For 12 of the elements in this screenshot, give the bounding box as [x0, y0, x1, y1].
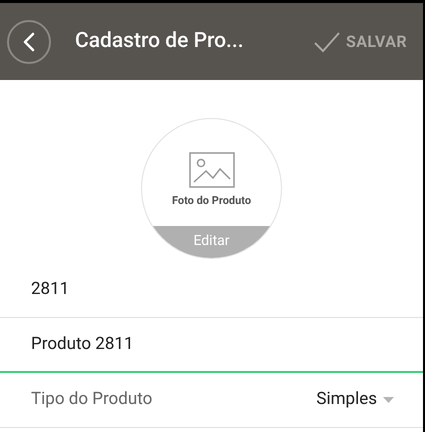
- photo-caption: Foto do Produto: [172, 193, 252, 209]
- field-label: Tipo do Produto: [31, 388, 152, 412]
- image-icon: [188, 152, 234, 188]
- check-icon: [314, 30, 340, 52]
- type-dropdown[interactable]: Simples: [316, 387, 394, 413]
- text-field[interactable]: 2811: [0, 263, 423, 318]
- back-button[interactable]: [7, 20, 51, 64]
- dropdown-caret-icon: [383, 397, 394, 403]
- text-field[interactable]: Produto 2811: [0, 318, 423, 373]
- back-icon: [23, 32, 35, 52]
- screen-title: Cadastro de Pro...: [75, 28, 244, 55]
- photo-placeholder[interactable]: Foto do Produto Editar: [141, 118, 282, 259]
